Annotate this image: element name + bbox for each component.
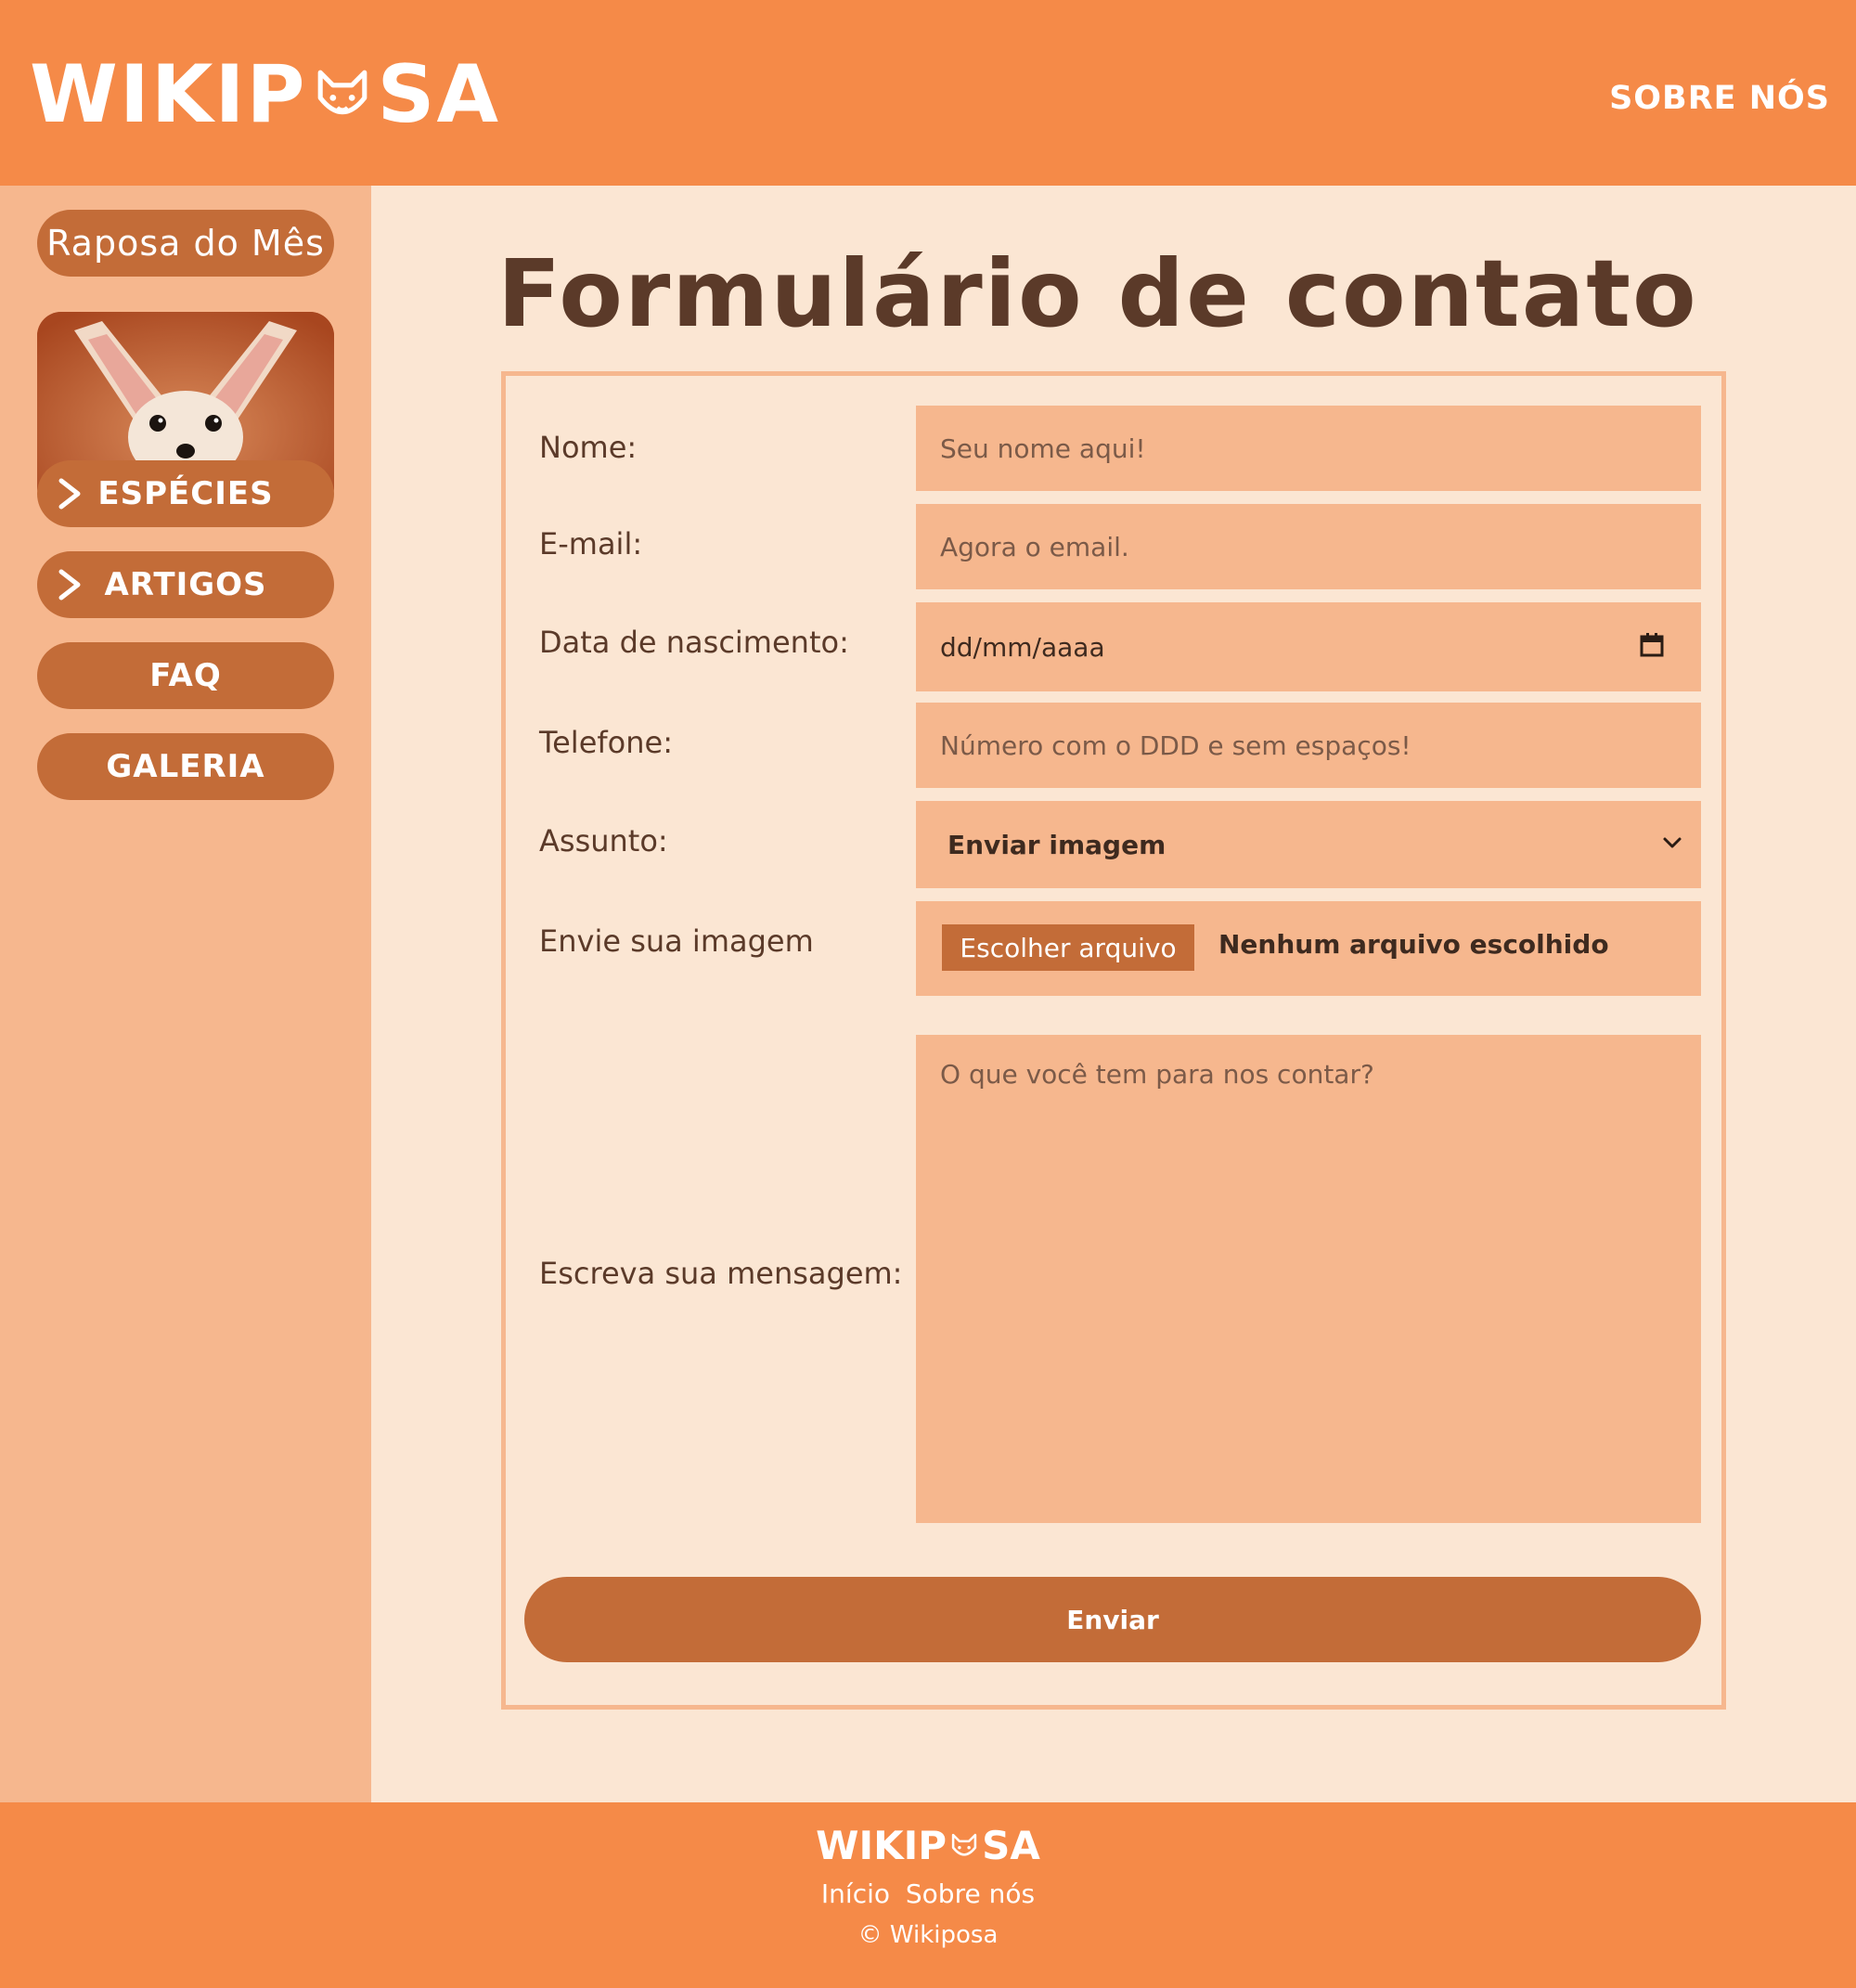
email-input[interactable]: Agora o email.	[916, 504, 1701, 589]
fox-face-icon	[317, 70, 367, 115]
sidebar-item-galeria[interactable]: GALERIA	[37, 733, 334, 800]
nav-about-link[interactable]: SOBRE NÓS	[1609, 80, 1830, 117]
page-title: Formulário de contato	[497, 239, 1698, 348]
phone-input[interactable]: Número com o DDD e sem espaços!	[916, 703, 1701, 788]
fox-of-month-button[interactable]: Raposa do Mês	[37, 210, 334, 277]
sidebar: Raposa do Mês ESPÉCIES ARTIGOS FAQ GALER…	[0, 186, 371, 1802]
name-label: Nome:	[539, 430, 638, 465]
chevron-right-icon	[58, 478, 81, 510]
footer-link-about[interactable]: Sobre nós	[906, 1878, 1035, 1909]
birthdate-value: dd/mm/aaaa	[940, 631, 1105, 663]
calendar-icon[interactable]	[1640, 632, 1664, 658]
email-label: E-mail:	[539, 526, 643, 562]
footer-logo-right: SA	[982, 1823, 1040, 1868]
sidebar-item-label: GALERIA	[106, 748, 265, 785]
choose-file-button[interactable]: Escolher arquivo	[942, 924, 1194, 971]
footer-link-home[interactable]: Início	[821, 1878, 890, 1909]
sidebar-item-label: ARTIGOS	[104, 566, 267, 603]
subject-select[interactable]: Enviar imagem	[916, 801, 1701, 888]
sidebar-item-label: ESPÉCIES	[97, 475, 274, 512]
chevron-down-icon	[1663, 837, 1682, 848]
image-file-input[interactable]: Escolher arquivo Nenhum arquivo escolhid…	[916, 901, 1701, 996]
chevron-right-icon	[58, 569, 81, 600]
birthdate-input[interactable]: dd/mm/aaaa	[916, 602, 1701, 691]
sidebar-item-especies[interactable]: ESPÉCIES	[37, 460, 334, 527]
fox-face-icon	[951, 1833, 977, 1856]
site-logo[interactable]: WIKIP SA	[30, 48, 500, 141]
message-label: Escreva sua mensagem:	[539, 1256, 903, 1291]
logo-text-right: SA	[377, 48, 501, 141]
submit-button[interactable]: Enviar	[524, 1577, 1701, 1662]
footer-logo[interactable]: WIKIP SA	[0, 1823, 1856, 1868]
subject-selected: Enviar imagem	[947, 829, 1166, 860]
sidebar-item-artigos[interactable]: ARTIGOS	[37, 551, 334, 618]
subject-label: Assunto:	[539, 823, 668, 858]
footer-logo-left: WIKIP	[816, 1823, 947, 1868]
message-textarea[interactable]: O que você tem para nos contar?	[916, 1035, 1701, 1523]
file-status: Nenhum arquivo escolhido	[1218, 929, 1609, 960]
site-footer: WIKIP SA Início Sobre nós © Wikiposa	[0, 1802, 1856, 1988]
name-input[interactable]: Seu nome aqui!	[916, 406, 1701, 491]
phone-label: Telefone:	[539, 725, 673, 760]
image-label: Envie sua imagem	[539, 923, 814, 959]
footer-copyright: © Wikiposa	[857, 1921, 999, 1949]
sidebar-item-label: FAQ	[149, 657, 222, 694]
logo-text-left: WIKIP	[30, 48, 307, 141]
footer-links: Início Sobre nós	[0, 1878, 1856, 1909]
birthdate-label: Data de nascimento:	[539, 625, 849, 660]
contact-form: Nome: Seu nome aqui! E-mail: Agora o ema…	[501, 371, 1726, 1710]
sidebar-item-faq[interactable]: FAQ	[37, 642, 334, 709]
site-header: WIKIP SA SOBRE NÓS	[0, 0, 1856, 186]
